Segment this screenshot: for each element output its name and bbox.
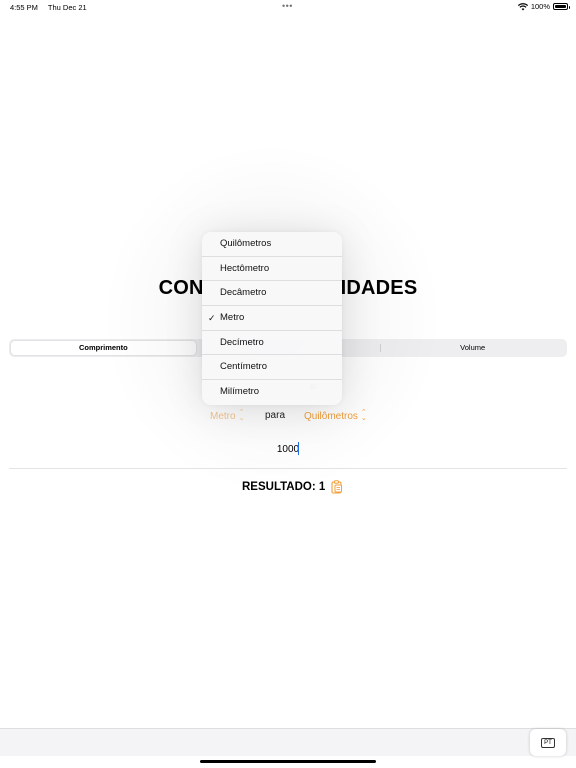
menu-item-decametro[interactable]: Decâmetro <box>202 281 342 307</box>
result-row: RESULTADO: 1 <box>0 480 576 496</box>
text-caret <box>298 442 300 455</box>
wifi-icon <box>517 2 528 10</box>
tab-volume[interactable]: Volume <box>380 341 565 355</box>
keyboard-icon: PT <box>541 737 555 748</box>
to-unit-picker[interactable]: Quilômetros ⌃ ⌄ <box>304 409 367 422</box>
status-date: Thu Dec 21 <box>47 3 87 12</box>
value-input[interactable] <box>238 442 338 456</box>
title-left: CON <box>158 277 204 299</box>
menu-item-quilometros[interactable]: Quilômetros <box>202 232 342 257</box>
battery-percentage: 100% <box>530 2 550 11</box>
menu-item-decimetro[interactable]: Decímetro <box>202 331 342 356</box>
to-unit-label: Quilômetros <box>304 410 358 422</box>
menu-item-hectometro[interactable]: Hectômetro <box>202 257 342 282</box>
from-unit-picker[interactable]: Metro ⌃ ⌄ <box>210 409 245 422</box>
home-indicator[interactable] <box>200 760 376 763</box>
menu-item-centimetro[interactable]: Centímetro <box>202 355 342 381</box>
battery-icon <box>553 3 570 10</box>
status-bar: 4:55 PM Thu Dec 21 ••• 100% <box>0 0 576 14</box>
result-label: RESULTADO: 1 <box>242 481 326 493</box>
unit-dropdown-menu: Quilômetros Hectômetro Decâmetro ✓ Metro… <box>202 232 342 405</box>
chevron-up-down-icon: ⌃ ⌄ <box>360 409 367 422</box>
tab-comprimento[interactable]: Comprimento <box>11 341 196 355</box>
para-label: para <box>265 410 286 421</box>
from-unit-label: Metro <box>210 410 236 422</box>
unit-selector-row: Metro ⌃ ⌄ para Quilômetros ⌃ ⌄ <box>0 409 576 424</box>
divider <box>9 468 567 469</box>
menu-item-metro[interactable]: ✓ Metro <box>202 306 342 331</box>
status-time: 4:55 PM <box>10 3 38 12</box>
status-left: 4:55 PM Thu Dec 21 <box>10 3 95 12</box>
keyboard-language-button[interactable]: PT <box>530 729 566 756</box>
checkmark-icon: ✓ <box>208 313 216 324</box>
keyboard-accessory-bar <box>0 728 576 756</box>
menu-item-milimetro[interactable]: Milímetro <box>202 380 342 405</box>
title-right: IDADES <box>340 277 418 299</box>
multitasking-dots[interactable]: ••• <box>282 1 293 11</box>
chevron-up-down-icon: ⌃ ⌄ <box>238 409 245 422</box>
clipboard-icon[interactable] <box>331 480 343 494</box>
status-right: 100% <box>517 2 570 11</box>
